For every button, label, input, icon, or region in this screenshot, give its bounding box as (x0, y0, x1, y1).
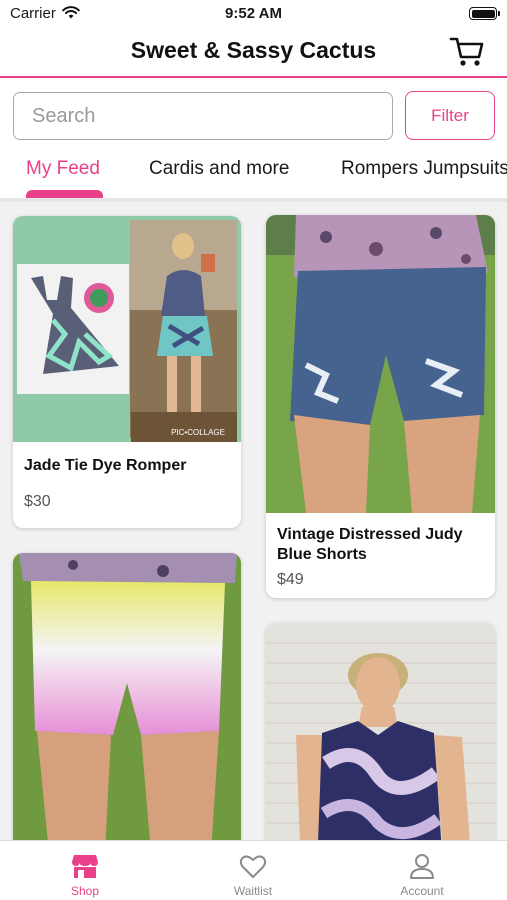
filter-button[interactable]: Filter (405, 91, 495, 140)
person-icon (410, 854, 434, 879)
active-tab-indicator (26, 190, 103, 198)
tab-rompers-jumpsuits[interactable]: Rompers Jumpsuits (341, 158, 507, 180)
clock: 9:52 AM (225, 5, 282, 22)
heart-icon (239, 855, 267, 878)
nav-label-shop: Shop (70, 884, 100, 898)
app-title: Sweet & Sassy Cactus (130, 37, 377, 63)
nav-shop[interactable]: Shop (45, 841, 125, 900)
product-price: $49 (277, 571, 304, 588)
product-card-tie-dye-tank[interactable] (266, 623, 495, 840)
search-input[interactable] (13, 92, 393, 140)
product-image (266, 623, 495, 840)
product-card-jade-tie-dye-romper[interactable]: PIC•COLLAGE Jade Tie Dye Romper $30 (13, 216, 241, 528)
nav-label-account: Account (400, 884, 444, 898)
product-feed[interactable]: PIC•COLLAGE Jade Tie Dye Romper $30 Vint… (0, 202, 507, 840)
nav-account[interactable]: Account (382, 841, 462, 900)
product-card-ombre-shorts[interactable] (13, 553, 241, 840)
product-image (266, 215, 495, 513)
product-title: Jade Tie Dye Romper (24, 457, 187, 474)
category-tabs: My Feed Cardis and more Rompers Jumpsuit… (0, 148, 507, 202)
product-card-vintage-distressed-judy-blue-shorts[interactable]: Vintage Distressed Judy Blue Shorts $49 (266, 215, 495, 598)
shop-icon (72, 855, 98, 878)
app-header: Sweet & Sassy Cactus (0, 28, 507, 78)
battery-icon (469, 7, 500, 20)
product-title: Vintage Distressed Judy Blue Shorts (277, 526, 463, 563)
nav-label-waitlist: Waitlist (233, 884, 273, 898)
product-image: PIC•COLLAGE (13, 216, 241, 442)
product-price: $30 (24, 493, 51, 510)
product-image (13, 553, 241, 840)
status-bar: Carrier 9:52 AM (0, 0, 507, 28)
tab-cardis-and-more[interactable]: Cardis and more (149, 158, 289, 180)
cart-icon[interactable] (449, 35, 485, 69)
nav-waitlist[interactable]: Waitlist (213, 841, 293, 900)
tab-my-feed[interactable]: My Feed (26, 158, 100, 180)
image-watermark: PIC•COLLAGE (171, 428, 225, 437)
bottom-nav: Shop Waitlist Account (0, 840, 507, 900)
